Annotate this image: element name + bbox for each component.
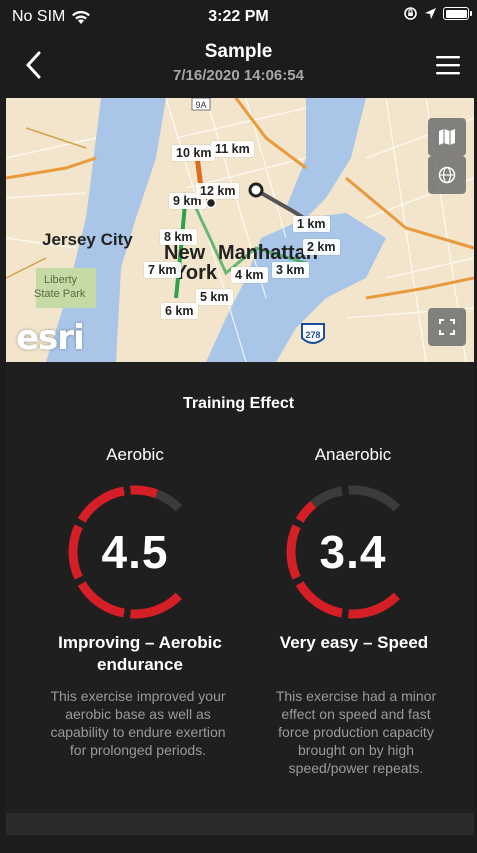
status-bar: No SIM 3:22 PM [0,0,477,34]
nav-bar: Sample 7/16/2020 14:06:54 [0,34,477,96]
city-label: State Park [34,288,86,300]
battery-icon [443,7,472,20]
page-title: Sample [204,41,273,62]
km-marker: 3 km [272,262,309,278]
map-layers-icon [439,129,455,145]
anaerobic-headline: Very easy – Speed [279,633,429,652]
km-marker: 10 km [172,145,216,161]
city-label: Liberty [44,274,78,286]
map-layers-button[interactable] [428,118,466,156]
km-marker: 7 km [144,262,181,278]
fullscreen-icon [439,319,455,335]
route-map[interactable]: 278 9A Jersey City New York Manhattan Li… [6,98,474,362]
anaerobic-label: Anaerobic [314,445,392,464]
aerobic-gauge: 4.5 [60,477,210,627]
route-label: 9A [195,100,206,110]
bottom-area [6,835,474,853]
aerobic-description: This exercise improved your aerobic base… [50,688,226,758]
aerobic-label: Aerobic [106,445,164,464]
anaerobic-description: This exercise had a minor effect on spee… [275,688,437,776]
esri-logo[interactable]: esri [16,318,85,358]
globe-button[interactable] [428,156,466,194]
bottom-divider [6,813,474,835]
km-marker: 11 km [211,141,254,157]
location-arrow-icon [425,8,436,19]
status-right [403,6,472,21]
shield-label: 278 [305,330,320,340]
menu-icon [436,56,460,75]
anaerobic-gauge: 3.4 [278,477,428,627]
km-marker: 4 km [231,267,268,283]
menu-button[interactable] [433,48,463,82]
lock-rotation-icon [404,7,417,20]
activity-datetime: 7/16/2020 14:06:54 [173,67,304,84]
km-marker: 12 km [196,183,240,199]
km-marker: 1 km [293,216,330,232]
city-label: Jersey City [42,230,133,249]
aerobic-value: 4.5 [101,526,169,578]
aerobic-column: Aerobic 4.5 [20,445,250,627]
globe-icon [438,166,456,184]
aerobic-headline: Improving – Aerobic endurance [58,633,222,674]
km-marker: 8 km [160,229,197,245]
km-marker: 2 km [303,239,340,255]
section-title: Training Effect [182,395,295,412]
anaerobic-column: Anaerobic 3.4 [238,445,468,627]
km-marker: 6 km [161,303,198,319]
anaerobic-value: 3.4 [319,526,387,578]
fullscreen-button[interactable] [428,308,466,346]
km-marker: 5 km [196,289,233,305]
